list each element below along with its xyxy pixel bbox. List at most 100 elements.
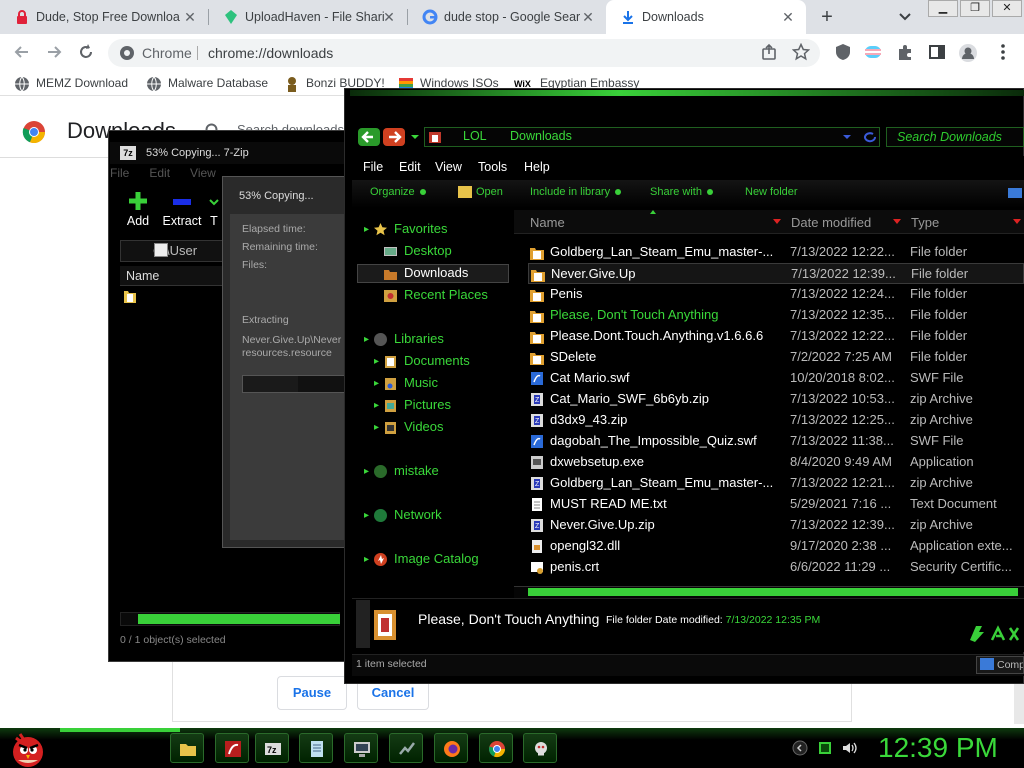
file-row[interactable]: Never.Give.Up 7/13/2022 12:39... File fold… <box>528 263 1024 284</box>
taskbar-button-firefox[interactable] <box>434 733 468 763</box>
menu-help[interactable]: Help <box>524 160 550 174</box>
file-row[interactable]: Cat Mario.swf 10/20/2018 8:02... SWF File <box>528 368 1024 389</box>
refresh-icon[interactable] <box>862 131 878 143</box>
taskbar-button-computer[interactable] <box>344 733 378 763</box>
close-icon[interactable]: ✕ <box>780 9 796 25</box>
include-in-library-button[interactable]: Include in library <box>530 186 622 198</box>
explorer-search-input[interactable]: Search Downloads <box>886 127 1024 147</box>
breadcrumb-lol[interactable]: LOL <box>463 129 487 143</box>
nav-downloads[interactable]: Downloads <box>383 265 468 280</box>
taskbar-clock[interactable]: 12:39 PM <box>878 732 998 764</box>
kebab-menu-icon[interactable] <box>994 43 1012 61</box>
taskbar-button-chrome[interactable] <box>479 733 513 763</box>
close-icon[interactable]: ✕ <box>580 9 596 25</box>
taskbar-button-winamp[interactable] <box>389 733 423 763</box>
file-row[interactable]: Please.Dont.Touch.Anything.v1.6.6.6 7/13/… <box>528 326 1024 347</box>
nav-desktop[interactable]: Desktop <box>383 243 452 258</box>
bookmark-star-icon[interactable] <box>792 43 810 61</box>
flag-extension-icon[interactable] <box>864 43 882 61</box>
add-button[interactable]: Add <box>118 190 158 228</box>
page-scrollbar[interactable] <box>1014 684 1024 724</box>
sort-arrow-icon[interactable] <box>773 219 781 224</box>
column-type[interactable]: Type <box>911 215 939 230</box>
new-tab-button[interactable]: + <box>814 5 840 29</box>
nav-music[interactable]: Music <box>383 375 438 390</box>
file-row[interactable]: SDelete 7/2/2022 7:25 AM File folder <box>528 347 1024 368</box>
expand-icon[interactable]: ▸ <box>374 422 379 433</box>
expand-icon[interactable]: ▸ <box>364 510 369 521</box>
taskbar-button-flash[interactable] <box>215 733 249 763</box>
maximize-button[interactable]: ❐ <box>960 0 990 17</box>
column-name[interactable]: Name <box>530 215 565 230</box>
menu-file[interactable]: File <box>110 166 129 180</box>
ublock-shield-icon[interactable] <box>834 43 852 61</box>
pause-button[interactable]: Pause <box>277 676 347 710</box>
nav-network[interactable]: Network <box>373 507 442 522</box>
menu-tools[interactable]: Tools <box>478 160 507 174</box>
column-date-modified[interactable]: Date modified <box>791 215 871 230</box>
nav-documents[interactable]: Documents <box>383 353 470 368</box>
taskbar-button-notepad[interactable] <box>299 733 333 763</box>
expand-icon[interactable]: ▸ <box>364 334 369 345</box>
taskbar-button-7zip[interactable]: 7z <box>255 733 289 763</box>
side-panel-icon[interactable] <box>928 43 946 61</box>
back-arrow-icon[interactable] <box>12 42 32 62</box>
tab-search-chevron-icon[interactable] <box>895 8 915 26</box>
scroll-thumb[interactable] <box>138 614 340 624</box>
file-row[interactable]: Z Goldberg_Lan_Steam_Emu_master-... 7/13/2… <box>528 473 1024 494</box>
extract-button[interactable]: Extract <box>162 190 202 228</box>
forward-arrow-icon[interactable] <box>44 42 64 62</box>
sort-arrow-icon[interactable] <box>1013 219 1021 224</box>
nav-mistake[interactable]: mistake <box>373 463 439 478</box>
history-dropdown-icon[interactable] <box>410 133 420 141</box>
tray-network-icon[interactable] <box>817 740 833 756</box>
tray-volume-icon[interactable] <box>841 740 857 756</box>
share-icon[interactable] <box>760 43 778 61</box>
file-row[interactable]: Zd3dx9_43.zip 7/13/2022 12:25... zip Archi… <box>528 410 1024 431</box>
file-row[interactable]: MUST READ ME.txt 5/29/2021 7:16 ... Text D… <box>528 494 1024 515</box>
taskbar-button-dlls[interactable] <box>523 733 557 763</box>
close-button[interactable]: ✕ <box>992 0 1022 17</box>
expand-icon[interactable]: ▸ <box>364 466 369 477</box>
breadcrumb-downloads[interactable]: Downloads <box>510 129 572 143</box>
share-with-button[interactable]: Share with <box>650 186 713 198</box>
menu-file[interactable]: File <box>363 160 383 174</box>
nav-favorites[interactable]: Favorites <box>373 221 447 236</box>
forward-arrow-icon[interactable] <box>383 128 405 146</box>
expand-icon[interactable]: ▸ <box>374 356 379 367</box>
menu-view[interactable]: View <box>435 160 462 174</box>
file-row[interactable]: Penis 7/13/2022 12:24... File folder <box>528 284 1024 305</box>
explorer-address-bar[interactable] <box>424 127 880 147</box>
bookmark-memz[interactable]: MEMZ Download <box>14 76 128 92</box>
file-row[interactable]: Please, Don't Touch Anything 7/13/2022 12… <box>528 305 1024 326</box>
bookmark-malware-db[interactable]: Malware Database <box>146 76 268 92</box>
tab-downloads[interactable]: Downloads ✕ <box>606 0 806 34</box>
open-button[interactable]: Open <box>458 186 503 199</box>
nav-image-catalog[interactable]: Image Catalog <box>373 551 479 566</box>
tab-google-search[interactable]: dude stop - Google Sear ✕ <box>408 0 606 34</box>
tab-uploadhaven[interactable]: UploadHaven - File Shari ✕ <box>209 0 407 34</box>
menu-edit[interactable]: Edit <box>149 166 170 180</box>
close-icon[interactable]: ✕ <box>182 9 198 25</box>
profile-avatar-icon[interactable] <box>958 43 977 62</box>
close-icon[interactable]: ✕ <box>381 9 397 25</box>
file-row[interactable]: Z Never.Give.Up.zip 7/13/2022 12:39... zip … <box>528 515 1024 536</box>
taskbar-button-explorer[interactable] <box>170 733 204 763</box>
nav-videos[interactable]: Videos <box>383 419 444 434</box>
scroll-thumb[interactable] <box>528 588 1018 596</box>
nav-pictures[interactable]: Pictures <box>383 397 451 412</box>
omnibox-url[interactable]: chrome://downloads <box>208 45 333 61</box>
test-button[interactable]: T <box>204 190 224 228</box>
reload-icon[interactable] <box>76 42 96 62</box>
expand-icon[interactable]: ▸ <box>364 554 369 565</box>
menu-view[interactable]: View <box>190 166 216 180</box>
expand-icon[interactable]: ▸ <box>374 378 379 389</box>
menu-edit[interactable]: Edit <box>399 160 421 174</box>
sort-arrow-icon[interactable] <box>893 219 901 224</box>
address-dropdown-icon[interactable] <box>842 134 852 140</box>
file-row[interactable]: Z Cat_Mario_SWF_6b6yb.zip 7/13/2022 10:53.… <box>528 389 1024 410</box>
tray-arrow-icon[interactable] <box>792 740 808 756</box>
expand-icon[interactable]: ▸ <box>374 400 379 411</box>
folder-icon[interactable] <box>124 289 136 303</box>
start-angry-bird-icon[interactable] <box>6 728 46 768</box>
